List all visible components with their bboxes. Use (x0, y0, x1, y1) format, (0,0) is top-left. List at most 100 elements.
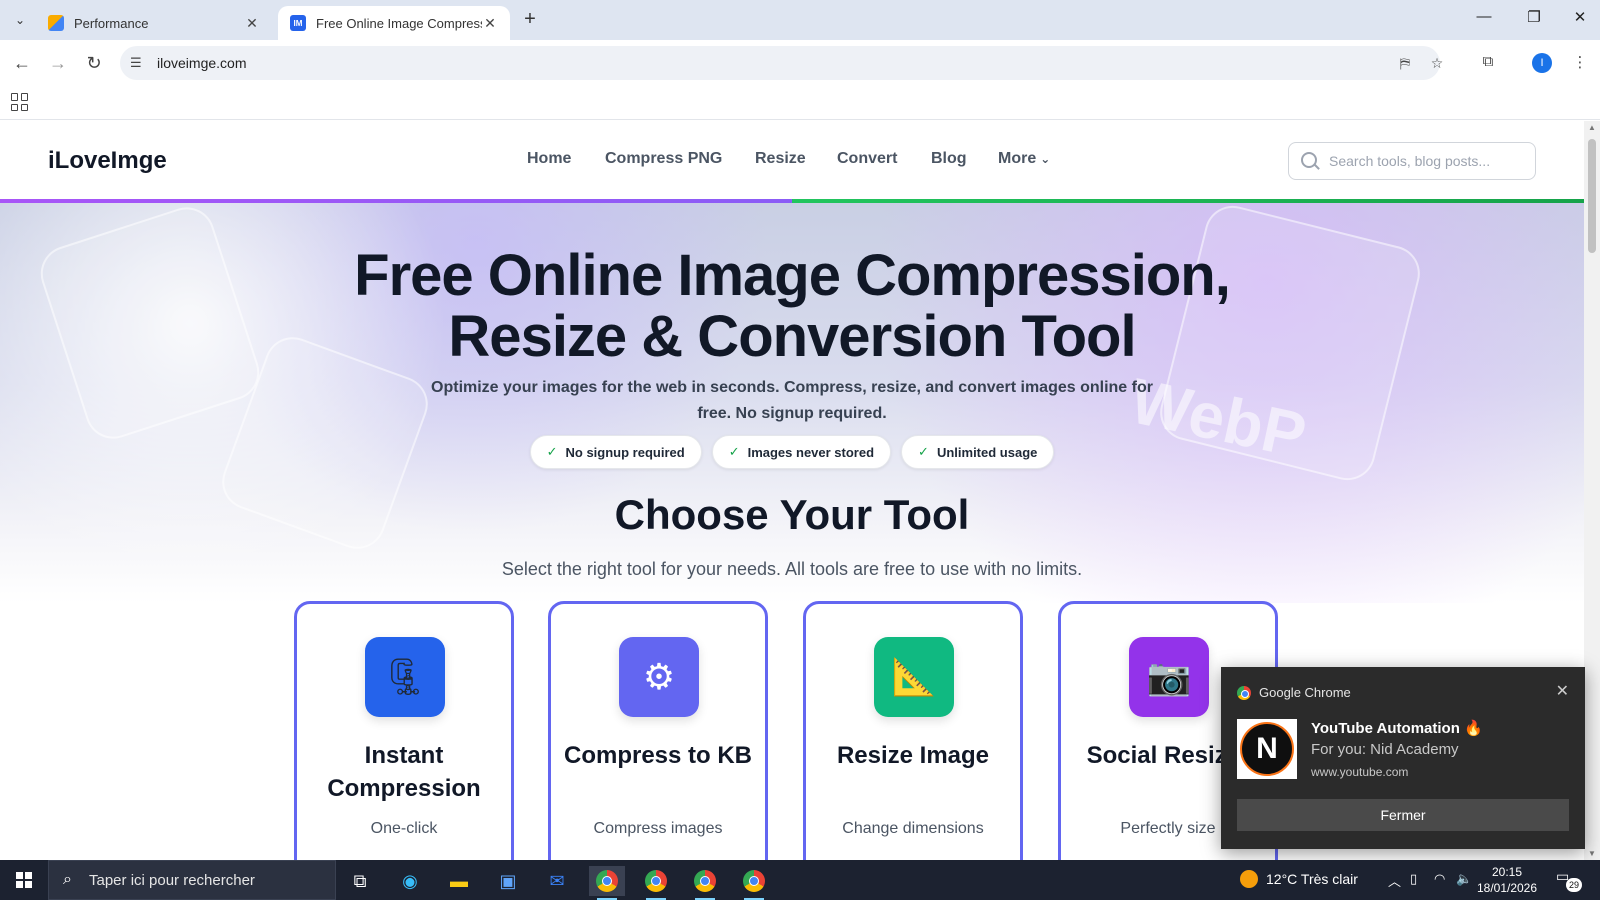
weather-text: 12°C Très clair (1266, 871, 1358, 887)
site-settings-icon[interactable]: ☰ (130, 55, 146, 71)
channel-logo: N (1240, 722, 1294, 776)
volume-icon[interactable]: 🔈 (1456, 871, 1472, 887)
nav-more-label: More (998, 150, 1037, 167)
site-logo[interactable]: iLoveImge (48, 147, 167, 175)
back-icon[interactable]: ← (9, 50, 35, 76)
search-icon: ⌕ (63, 871, 72, 888)
chrome-icon (596, 870, 618, 892)
extensions-icon[interactable]: ⧉ (1478, 53, 1498, 73)
badge-never-stored: ✓ Images never stored (711, 435, 892, 469)
tool-card-desc: Compress images (593, 820, 723, 837)
dismiss-button[interactable]: Fermer (1237, 799, 1569, 831)
tab-title: Performance (74, 15, 149, 31)
badge-unlimited: ✓ Unlimited usage (901, 435, 1055, 469)
taskbar-search[interactable]: ⌕ Taper ici pour rechercher (48, 860, 336, 900)
outlook-icon[interactable]: ✉ (539, 866, 575, 896)
restore-icon[interactable]: ❐ (1522, 8, 1546, 26)
tab-image-compression[interactable]: IM Free Online Image Compression ✕ (278, 6, 510, 40)
forward-icon[interactable]: → (45, 50, 71, 76)
hero-badges: ✓ No signup required ✓ Images never stored… (0, 435, 1584, 469)
bookmarks-bar (0, 86, 1600, 120)
hero-title: Free Online Image Compression, Resize & … (200, 245, 1384, 367)
check-icon: ✓ (918, 444, 929, 459)
nav-resize[interactable]: Resize (755, 150, 806, 168)
chrome-icon (645, 870, 667, 892)
nav-more[interactable]: More ⌄ (998, 150, 1050, 168)
chrome-profile-taskbar-icon[interactable] (687, 866, 723, 900)
tool-card-compress-to-kb[interactable]: ⚙ Compress to KB Compress images (548, 601, 768, 860)
notification-app: Google Chrome (1259, 685, 1351, 700)
chrome-icon (694, 870, 716, 892)
new-tab-button[interactable]: + (518, 8, 542, 31)
windows-logo-icon (16, 872, 32, 888)
site-search[interactable] (1288, 142, 1536, 180)
chrome-notification[interactable]: Google Chrome ✕ N YouTube Automation 🔥 F… (1221, 667, 1585, 849)
nav-blog[interactable]: Blog (931, 150, 967, 168)
tool-card-name: Resize Image (836, 742, 990, 769)
weather-widget[interactable]: 12°C Très clair (1240, 870, 1358, 888)
nav-convert[interactable]: Convert (837, 150, 897, 168)
edge-icon[interactable]: ◉ (392, 866, 428, 896)
file-explorer-icon[interactable]: ▬ (441, 866, 477, 896)
chrome-profile-taskbar-icon[interactable] (638, 866, 674, 900)
close-tab-icon[interactable]: ✕ (244, 15, 260, 32)
tab-strip: ⌄ Performance ✕ IM Free Online Image Com… (0, 0, 1600, 40)
url-text[interactable]: iloveimge.com (157, 55, 246, 71)
nav-home[interactable]: Home (527, 150, 571, 168)
scroll-down-icon[interactable]: ▼ (1588, 849, 1596, 858)
search-input[interactable] (1329, 151, 1529, 171)
close-icon[interactable]: ✕ (1556, 681, 1569, 701)
hero-subtitle: Optimize your images for the web in seco… (431, 379, 1153, 422)
chrome-taskbar-icon[interactable] (589, 866, 625, 900)
reload-icon[interactable]: ↻ (81, 50, 107, 76)
tab-title: Free Online Image Compression (316, 15, 482, 31)
scrollbar-thumb[interactable] (1588, 139, 1596, 253)
hero-title-line2: Resize & Conversion Tool (448, 304, 1136, 369)
close-window-icon[interactable]: ✕ (1568, 8, 1592, 26)
minimize-icon[interactable]: — (1472, 8, 1496, 25)
tab-search-icon[interactable]: ⌄ (8, 8, 32, 32)
taskbar-search-placeholder: Taper ici pour rechercher (89, 872, 255, 889)
triangle-ruler-icon: 📐 (874, 637, 954, 717)
badge-no-signup: ✓ No signup required (529, 435, 702, 469)
profile-avatar[interactable]: I (1532, 53, 1552, 73)
gear-icon: ⚙ (619, 637, 699, 717)
star-icon[interactable]: ☆ (1428, 55, 1446, 73)
tools-section-subtitle: Select the right tool for your needs. Al… (501, 559, 1083, 579)
store-icon[interactable]: ▣ (490, 866, 526, 896)
scroll-up-icon[interactable]: ▲ (1588, 123, 1596, 132)
tool-card-name: Instant Compression (327, 742, 481, 802)
chevron-down-icon: ⌄ (1040, 152, 1051, 166)
wifi-icon[interactable]: ◠ (1434, 871, 1445, 887)
badge-label: Images never stored (747, 444, 875, 460)
browser-toolbar: ← → ↻ ☰ iloveimge.com ⛿ ☆ ⧉ ⋮ (0, 40, 1600, 86)
tool-card-desc: Change dimensions (842, 820, 984, 837)
apps-grid-icon[interactable] (11, 93, 29, 111)
tool-card-instant-compression[interactable]: 🗜 Instant Compression One-click (294, 601, 514, 860)
show-hidden-icons-icon[interactable]: ︿ (1388, 871, 1401, 890)
badge-label: Unlimited usage (936, 444, 1038, 460)
weather-moon-icon (1240, 870, 1258, 888)
hero-section: WebP Free Online Image Compression, Resi… (0, 199, 1584, 603)
start-button[interactable] (0, 860, 48, 900)
notification-center-icon[interactable]: ▭ 29 (1556, 868, 1582, 892)
nav-compress-png[interactable]: Compress PNG (605, 150, 722, 168)
menu-dots-icon[interactable]: ⋮ (1570, 53, 1590, 73)
task-view-icon[interactable]: ⧉ (342, 866, 378, 896)
hero-title-line1: Free Online Image Compression, (354, 243, 1231, 308)
device-icon[interactable]: ▯ (1410, 871, 1417, 887)
page-scrollbar[interactable]: ▲ ▼ (1584, 121, 1600, 860)
notification-body: For you: Nid Academy (1311, 741, 1459, 758)
close-tab-icon[interactable]: ✕ (482, 15, 498, 32)
tab-performance[interactable]: Performance ✕ (36, 6, 272, 40)
system-clock[interactable]: 20:15 18/01/2026 (1475, 864, 1539, 896)
chrome-profile-taskbar-icon[interactable] (736, 866, 772, 900)
address-bar[interactable]: ☰ iloveimge.com ⛿ ☆ (120, 46, 1443, 80)
windows-taskbar: ⌕ Taper ici pour rechercher ⧉ ◉ ▬ ▣ ✉ 12… (0, 860, 1600, 900)
clamp-icon: 🗜 (365, 637, 445, 717)
translate-icon[interactable]: ⛿ (1396, 55, 1414, 73)
tool-card-resize-image[interactable]: 📐 Resize Image Change dimensions (803, 601, 1023, 860)
notification-header: Google Chrome (1237, 685, 1351, 700)
notification-source: www.youtube.com (1311, 765, 1409, 779)
check-icon: ✓ (546, 444, 558, 459)
